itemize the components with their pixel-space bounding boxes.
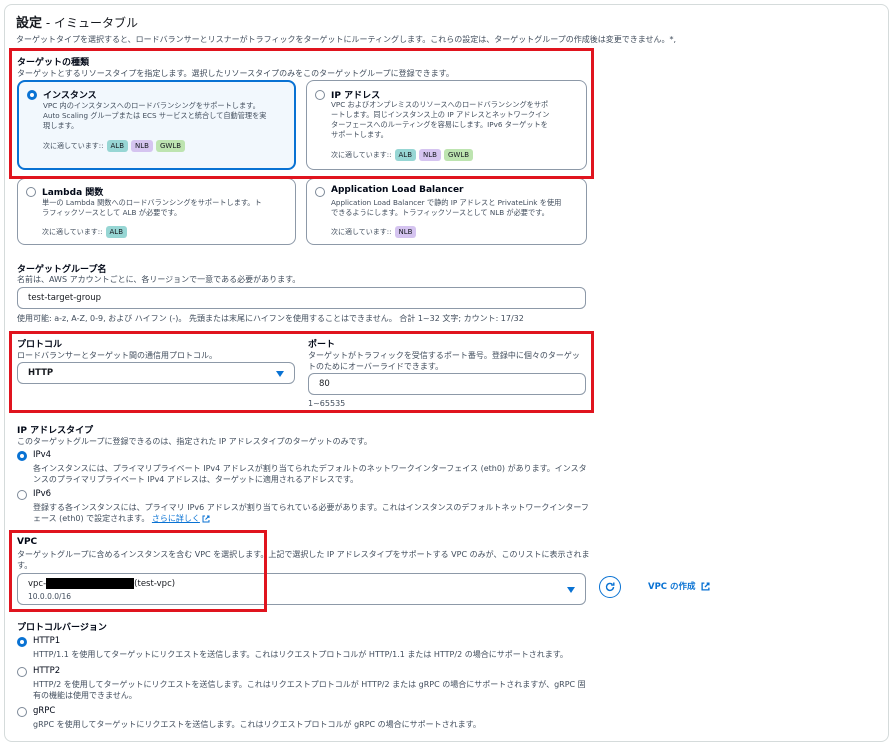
fit-row-lambda: 次に適しています:: ALB [42,226,128,238]
option-desc-ipv4-1: 各インスタンスには、プライマリプライベート IPv4 アドレスが割り当てられたデ… [33,464,587,473]
radio-alb[interactable] [315,187,325,197]
target-type-card-lambda[interactable]: Lambda 関数 単一の Lambda 関数へのロードバランシングをサポートし… [17,178,296,245]
card-title-lambda: Lambda 関数 [42,188,104,198]
fit-row-alb: 次に適しています:: NLB [331,226,417,238]
option-desc-grpc: gRPC を使用してターゲットにリクエストを送信します。これはリクエストプロトコ… [33,720,481,729]
external-link-icon [202,515,210,522]
badge-nlb: NLB [394,226,417,238]
option-title-http2: HTTP2 [33,666,61,676]
card-desc-alb-1: Application Load Balancer で静的 IP アドレスと P… [331,198,562,207]
radio-http1[interactable] [17,637,27,647]
fit-label: 次に適しています:: [331,228,392,236]
option-desc-ipv6-1: 登録する各インスタンスには、プライマリ IPv6 アドレスが割り当てられている必… [33,503,589,512]
learn-more-link[interactable]: さらに詳しく [152,514,200,523]
card-desc-lambda-2: ラフィックソースとして ALB が必要です。 [42,208,182,217]
target-type-card-alb[interactable]: Application Load Balancer Application Lo… [306,178,587,245]
option-desc-http1: HTTP/1.1 を使用してターゲットにリクエストを送信します。これはリクエスト… [33,650,568,659]
option-title-grpc: gRPC [33,706,56,716]
highlight-box-vpc [9,530,267,612]
section-subtitle: - イミュータブル [42,16,138,30]
card-desc-alb-2: できるようにします。トラフィックソースとして NLB が必要です。 [331,208,549,217]
target-group-name-value: test-target-group [28,293,101,303]
ip-address-type-description: このターゲットグループに登録できるのは、指定された IP アドレスタイプのターゲ… [17,437,372,446]
radio-ipv6[interactable] [17,490,27,500]
option-desc-http2-2: 有の機能は使用できません。 [33,691,137,700]
radio-lambda[interactable] [26,187,36,197]
section-title: 設定 - イミュータブル [16,12,138,31]
external-link-icon [700,581,710,591]
section-title-text: 設定 [16,16,43,31]
refresh-button[interactable] [599,576,621,598]
create-vpc-link[interactable]: VPC の作成 [648,580,710,592]
ip-address-type-label: IP アドレスタイプ [17,426,94,436]
create-vpc-link-text: VPC の作成 [648,582,696,592]
section-description: ターゲットタイプを選択すると、ロードバランサーとリスナーがトラフィックをターゲッ… [16,35,677,44]
highlight-box-target-type [9,48,594,179]
option-title-ipv6: IPv6 [33,489,52,499]
badge-alb: ALB [105,226,128,238]
radio-ipv4[interactable] [17,451,27,461]
option-desc-ipv6-2-text: ェース (eth0) で設定されます。 [33,514,150,523]
card-desc-lambda-1: 単一の Lambda 関数へのロードバランシングをサポートします。ト [42,198,262,207]
radio-grpc[interactable] [17,707,27,717]
highlight-box-protocol-port [9,331,594,413]
card-title-alb: Application Load Balancer [331,185,464,195]
option-desc-http2-1: HTTP/2 を使用してターゲットにリクエストを送信します。これはリクエストプロ… [33,680,586,689]
target-group-name-description: 名前は、AWS アカウントごとに、各リージョンで一意である必要があります。 [17,275,301,284]
option-desc-ipv4-2: ンスのプライマリプライベート IPv4 アドレスは、ターゲットに適用されるアドレ… [33,475,359,484]
radio-http2[interactable] [17,667,27,677]
chevron-down-icon [567,587,575,593]
refresh-icon [605,582,615,592]
option-title-http1: HTTP1 [33,636,61,646]
target-group-name-hint: 使用可能: a-z, A-Z, 0-9, および ハイフン (-)。 先頭または… [17,314,524,323]
fit-label: 次に適しています:: [42,228,103,236]
option-desc-ipv6-2: ェース (eth0) で設定されます。 さらに詳しく [33,513,210,524]
option-title-ipv4: IPv4 [33,450,52,460]
target-group-name-input[interactable]: test-target-group [17,287,586,309]
protocol-version-label: プロトコルバージョン [17,623,107,633]
